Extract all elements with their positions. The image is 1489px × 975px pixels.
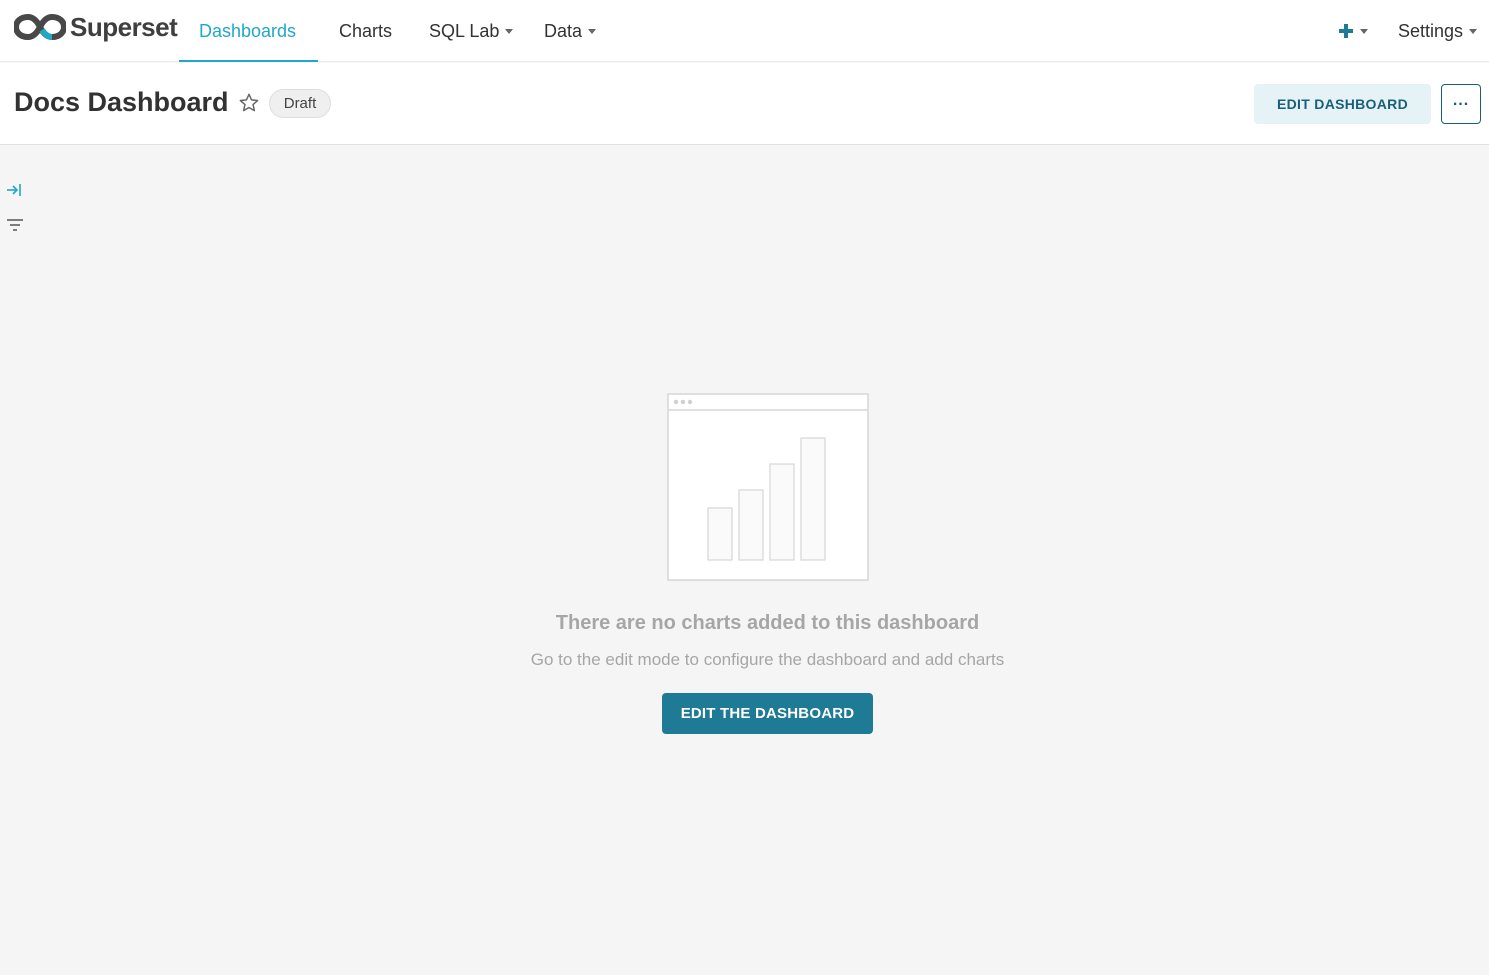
nav-charts[interactable]: Charts: [339, 0, 392, 62]
empty-chart-illustration: [667, 393, 869, 581]
edit-dashboard-button[interactable]: EDIT DASHBOARD: [1254, 84, 1431, 124]
filter-icon[interactable]: [6, 217, 24, 233]
chevron-down-icon: [505, 28, 514, 34]
empty-state-description: Go to the edit mode to configure the das…: [530, 650, 1005, 669]
status-badge[interactable]: Draft: [269, 89, 331, 118]
more-options-button[interactable]: ...: [1441, 84, 1481, 124]
chevron-down-icon: [1469, 28, 1478, 34]
nav-data-label: Data: [544, 20, 583, 41]
dashboard-header: Docs Dashboard Draft EDIT DASHBOARD ...: [0, 63, 1489, 145]
settings-label: Settings: [1398, 20, 1464, 41]
chevron-down-icon: [1360, 28, 1368, 34]
expand-arrow-icon[interactable]: [6, 182, 24, 198]
more-dots-icon: ...: [1452, 92, 1470, 109]
top-navbar: Superset Dashboards Charts SQL Lab Data …: [0, 0, 1489, 62]
plus-icon: [1339, 24, 1353, 38]
settings-menu[interactable]: Settings: [1398, 0, 1478, 62]
nav-dashboards-label: Dashboards: [199, 20, 297, 41]
nav-charts-label: Charts: [339, 20, 393, 41]
empty-state-title: There are no charts added to this dashbo…: [555, 612, 980, 634]
active-nav-underline: [179, 60, 318, 62]
chevron-down-icon: [588, 28, 597, 34]
brand-name: Superset: [70, 11, 178, 42]
superset-logo-icon: [14, 13, 66, 41]
nav-dashboards[interactable]: Dashboards: [199, 0, 296, 62]
nav-sql-lab-label: SQL Lab: [429, 20, 500, 41]
edit-the-dashboard-button[interactable]: EDIT THE DASHBOARD: [662, 693, 873, 734]
brand-logo[interactable]: Superset: [14, 11, 178, 43]
nav-sql-lab[interactable]: SQL Lab: [429, 0, 514, 62]
star-icon[interactable]: [238, 92, 260, 114]
new-item-menu[interactable]: [1338, 0, 1368, 62]
dashboard-title[interactable]: Docs Dashboard: [14, 87, 229, 118]
nav-data[interactable]: Data: [544, 0, 597, 62]
